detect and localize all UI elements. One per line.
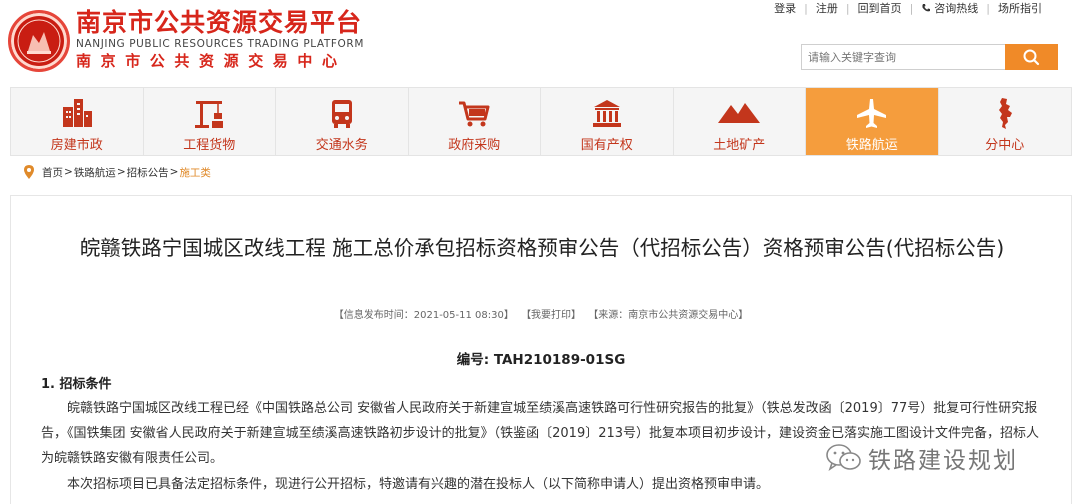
cart-icon bbox=[459, 101, 490, 127]
document-number: 编号: TAH210189-01SG bbox=[456, 352, 626, 368]
breadcrumb-separator: > bbox=[169, 166, 179, 178]
site-header: 南京市公共资源交易平台 NANJING PUBLIC RESOURCES TRA… bbox=[0, 0, 1080, 86]
nav-item-land[interactable]: 土地矿产 bbox=[674, 88, 806, 155]
nav-item-engineering[interactable]: 工程货物 bbox=[144, 88, 276, 155]
section-heading: 1. 招标条件 bbox=[41, 377, 112, 392]
search-icon bbox=[1023, 49, 1040, 66]
phone-icon bbox=[922, 4, 931, 12]
nav-label: 房建市政 bbox=[50, 138, 103, 153]
wechat-icon bbox=[826, 444, 861, 471]
breadcrumb-separator: > bbox=[116, 166, 126, 178]
nav-label: 国有产权 bbox=[580, 138, 633, 153]
nav-label: 土地矿产 bbox=[713, 138, 766, 153]
nav-item-subcenter[interactable]: 分中心 bbox=[939, 88, 1072, 155]
watermark: 铁路建设规划 bbox=[826, 441, 1018, 475]
login-link[interactable]: 登录 bbox=[766, 0, 804, 16]
source-label: 【来源：南京市公共资源交易中心】 bbox=[588, 310, 749, 321]
home-link[interactable]: 回到首页 bbox=[850, 0, 910, 16]
nav-label: 工程货物 bbox=[183, 138, 236, 153]
breadcrumb-separator: > bbox=[64, 166, 73, 178]
airplane-icon bbox=[856, 99, 886, 128]
nav-item-procurement[interactable]: 政府采购 bbox=[409, 88, 541, 155]
print-link[interactable]: 【我要打印】 bbox=[521, 310, 581, 321]
nav-item-housing[interactable]: 房建市政 bbox=[11, 88, 144, 155]
nav-label: 分中心 bbox=[985, 138, 1025, 153]
breadcrumb-railway[interactable]: 铁路航运 bbox=[74, 165, 116, 180]
search-input[interactable] bbox=[801, 44, 1005, 70]
map-icon bbox=[998, 98, 1012, 129]
brand-center-name: 南京市公共资源交易中心 bbox=[76, 52, 347, 70]
nav-item-railway[interactable]: 铁路航运 bbox=[806, 88, 939, 155]
crane-icon bbox=[195, 101, 224, 128]
brand-block: 南京市公共资源交易平台 NANJING PUBLIC RESOURCES TRA… bbox=[76, 8, 364, 71]
breadcrumb-current[interactable]: 施工类 bbox=[179, 165, 211, 180]
site-logo[interactable] bbox=[8, 10, 70, 72]
register-link[interactable]: 注册 bbox=[808, 0, 846, 16]
main-nav: 房建市政 工程货物 交通水务 政府采购 国有产权 土地矿产 铁路航运 分中心 bbox=[10, 87, 1072, 156]
nav-label: 政府采购 bbox=[448, 138, 501, 153]
watermark-text: 铁路建设规划 bbox=[868, 448, 1018, 474]
publish-time: 【信息发布时间：2021-05-11 08:30】 bbox=[333, 310, 514, 321]
nav-item-transport[interactable]: 交通水务 bbox=[276, 88, 409, 155]
brand-name-en: NANJING PUBLIC RESOURCES TRADING PLATFOR… bbox=[76, 38, 364, 50]
nav-item-state-assets[interactable]: 国有产权 bbox=[541, 88, 674, 155]
nav-label: 铁路航运 bbox=[845, 138, 898, 153]
breadcrumb: 首页 > 铁路航运 > 招标公告 > 施工类 bbox=[24, 163, 211, 181]
seal-emblem-icon bbox=[17, 19, 61, 63]
search-button[interactable] bbox=[1005, 44, 1058, 70]
search-box bbox=[801, 44, 1058, 70]
hotline-link[interactable]: 咨询热线 bbox=[913, 0, 986, 16]
brand-name-cn: 南京市公共资源交易平台 bbox=[76, 8, 363, 37]
bus-icon bbox=[331, 100, 352, 128]
paragraph: 本次招标项目已具备法定招标条件，现进行公开招标，特邀请有兴趣的潜在投标人（以下简… bbox=[67, 477, 770, 492]
top-links: 登录 | 注册 | 回到首页 | 咨询热线 | 场所指引 bbox=[766, 0, 1050, 16]
location-pin-icon bbox=[24, 165, 34, 179]
breadcrumb-home[interactable]: 首页 bbox=[42, 165, 63, 180]
building-icon bbox=[62, 99, 92, 127]
hotline-label: 咨询热线 bbox=[934, 2, 979, 15]
article-meta: 【信息发布时间：2021-05-11 08:30】 【我要打印】 【来源：南京市… bbox=[11, 306, 1071, 321]
guide-link[interactable]: 场所指引 bbox=[990, 0, 1050, 16]
mountain-icon bbox=[718, 103, 761, 123]
bank-icon bbox=[592, 100, 621, 127]
nav-label: 交通水务 bbox=[315, 138, 368, 153]
breadcrumb-tender-notice[interactable]: 招标公告 bbox=[127, 165, 169, 180]
article-title: 皖赣铁路宁国城区改线工程 施工总价承包招标资格预审公告（代招标公告）资格预审公告… bbox=[79, 236, 1005, 260]
